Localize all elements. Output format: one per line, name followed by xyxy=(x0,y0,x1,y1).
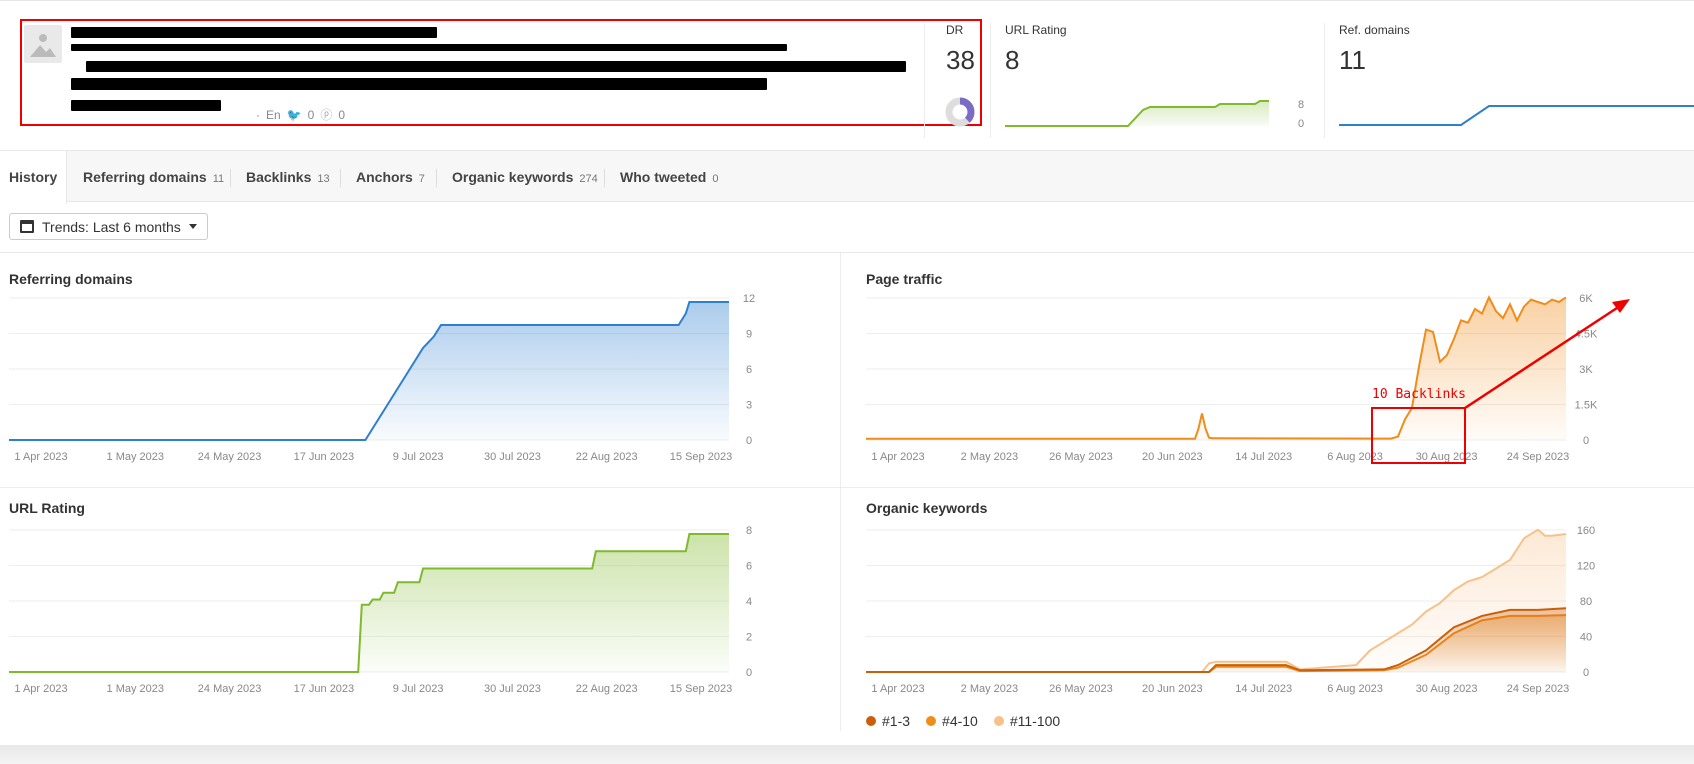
annotation-arrow-line xyxy=(1464,304,1621,410)
annotation-overlay xyxy=(1371,299,1630,464)
annotation-box xyxy=(1371,407,1466,464)
